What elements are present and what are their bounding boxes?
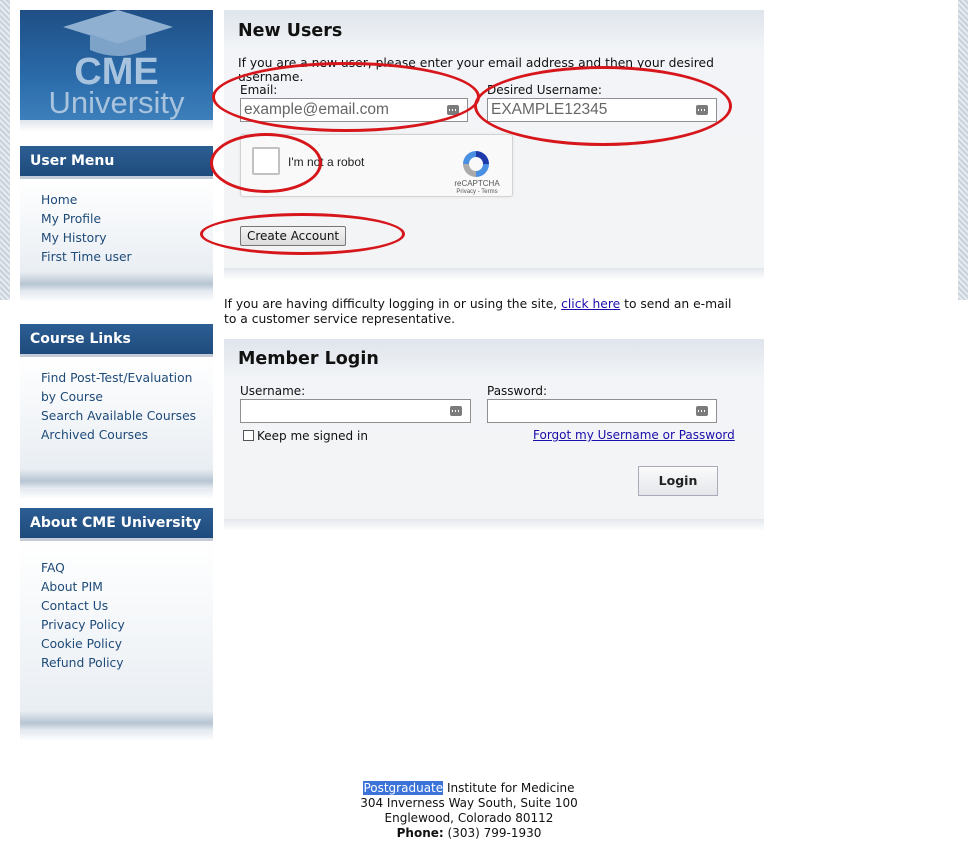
menu-link-home[interactable]: Home [41, 191, 213, 210]
help-text: If you are having difficulty logging in … [224, 297, 744, 327]
email-label: Email: [240, 83, 278, 97]
logo-shadow [20, 120, 213, 132]
password-manager-icon[interactable] [447, 105, 459, 115]
menu-link-my-profile[interactable]: My Profile [41, 210, 213, 229]
course-links-list: Find Post-Test/Evaluation by Course Sear… [20, 357, 213, 469]
course-link-search-available[interactable]: Search Available Courses [41, 407, 213, 426]
about-link-about-pim[interactable]: About PIM [41, 578, 213, 597]
footer-org-rest: Institute for Medicine [443, 781, 575, 795]
course-links-title: Course Links [20, 324, 213, 357]
recaptcha-brand: reCAPTCHA [454, 179, 500, 188]
member-login-panel: Member Login Username: Password: Keep me… [224, 339, 764, 519]
password-manager-icon[interactable] [696, 406, 708, 416]
desired-username-input[interactable]: EXAMPLE12345 [487, 98, 717, 122]
about-link-contact-us[interactable]: Contact Us [41, 597, 213, 616]
password-manager-icon[interactable] [696, 105, 708, 115]
keep-signed-in-label: Keep me signed in [257, 429, 368, 443]
footer-phone-label: Phone: [396, 826, 444, 840]
footer-organization: Postgraduate Institute for Medicine [0, 781, 938, 796]
keep-signed-in[interactable]: Keep me signed in [243, 429, 368, 443]
login-username-label: Username: [240, 384, 306, 398]
new-users-intro: If you are a new user, please enter your… [238, 56, 714, 84]
email-input-value: example@email.com [244, 101, 389, 118]
forgot-credentials-link[interactable]: Forgot my Username or Password [533, 428, 735, 442]
user-menu-footer [20, 272, 213, 292]
recaptcha-widget: I'm not a robot reCAPTCHA Privacy - Term… [240, 134, 513, 197]
course-link-archived[interactable]: Archived Courses [41, 426, 213, 445]
login-username-input[interactable] [240, 399, 471, 423]
footer-address-line2: Englewood, Colorado 80112 [384, 811, 554, 825]
new-users-title: New Users [238, 21, 343, 41]
login-button[interactable]: Login [638, 466, 718, 496]
member-login-title: Member Login [238, 349, 379, 369]
recaptcha-label: I'm not a robot [288, 155, 365, 169]
login-password-label: Password: [487, 384, 548, 398]
about-footer [20, 711, 213, 731]
about-link-privacy-policy[interactable]: Privacy Policy [41, 616, 213, 635]
about-links: FAQ About PIM Contact Us Privacy Policy … [20, 541, 213, 711]
user-menu-title: User Menu [20, 146, 213, 179]
course-link-find-post-test[interactable]: Find Post-Test/Evaluation by Course [41, 369, 201, 407]
user-menu-links: Home My Profile My History First Time us… [20, 179, 213, 272]
help-text-before: If you are having difficulty logging in … [224, 297, 562, 311]
page-edge-left [0, 0, 10, 300]
new-users-panel: New Users If you are a new user, please … [224, 10, 764, 268]
logo-text-university: University [48, 85, 185, 120]
new-users-panel-shadow [224, 268, 764, 280]
course-links-footer [20, 469, 213, 489]
menu-link-first-time-user[interactable]: First Time user [41, 248, 213, 267]
footer-address-line1: 304 Inverness Way South, Suite 100 [360, 796, 578, 810]
course-links-shadow [20, 489, 213, 499]
course-links-box: Course Links Find Post-Test/Evaluation b… [20, 324, 213, 499]
password-manager-icon[interactable] [450, 406, 462, 416]
member-login-panel-shadow [224, 519, 764, 531]
username-label: Desired Username: [487, 83, 602, 97]
recaptcha-checkbox[interactable] [252, 147, 280, 175]
footer-phone: Phone: (303) 799-1930 [0, 826, 938, 841]
menu-link-my-history[interactable]: My History [41, 229, 213, 248]
about-link-refund-policy[interactable]: Refund Policy [41, 654, 213, 673]
site-footer: Postgraduate Institute for Medicine 304 … [0, 781, 938, 841]
about-title: About CME University [20, 508, 213, 541]
page-edge-right [958, 0, 968, 300]
email-input[interactable]: example@email.com [240, 98, 468, 122]
help-click-here-link[interactable]: click here [561, 297, 620, 311]
footer-phone-value: (303) 799-1930 [443, 826, 542, 840]
about-box: About CME University FAQ About PIM Conta… [20, 508, 213, 741]
about-link-faq[interactable]: FAQ [41, 559, 213, 578]
recaptcha-terms[interactable]: Privacy - Terms [437, 189, 517, 195]
login-password-input[interactable] [487, 399, 717, 423]
footer-org-highlight: Postgraduate [363, 781, 444, 795]
cme-university-logo[interactable]: CME University [20, 10, 213, 120]
keep-signed-in-checkbox[interactable] [243, 430, 254, 441]
create-account-button[interactable]: Create Account [240, 226, 347, 246]
recaptcha-logo-icon [463, 151, 489, 177]
about-shadow [20, 731, 213, 741]
user-menu-shadow [20, 292, 213, 302]
about-link-cookie-policy[interactable]: Cookie Policy [41, 635, 213, 654]
user-menu-box: User Menu Home My Profile My History Fir… [20, 146, 213, 302]
username-input-value: EXAMPLE12345 [491, 101, 608, 118]
